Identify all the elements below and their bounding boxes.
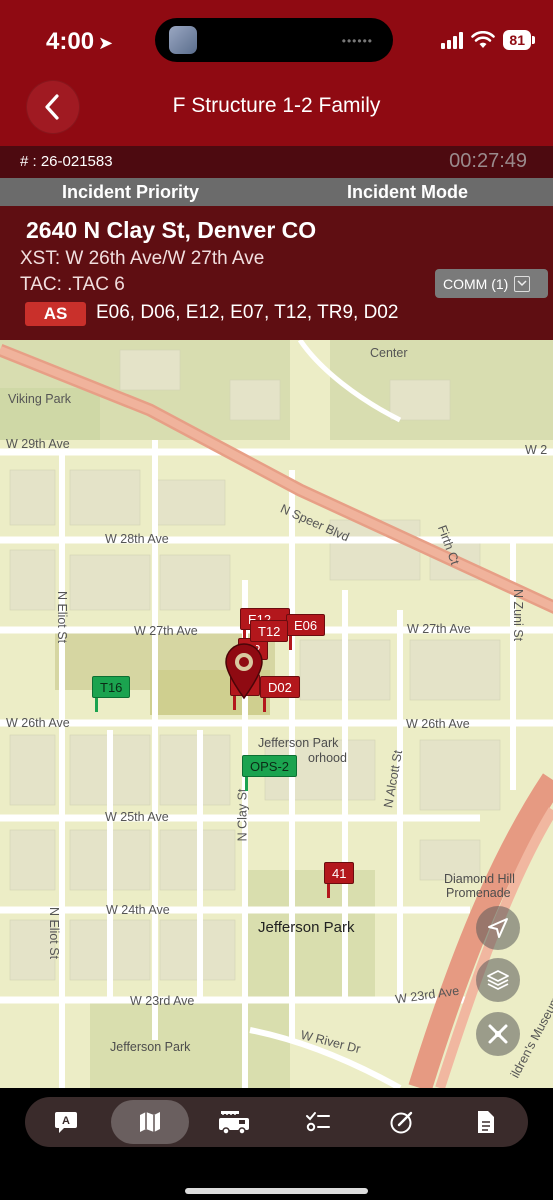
bottom-tab-bar: A	[0, 1088, 553, 1200]
checklist-icon	[306, 1112, 330, 1132]
incident-number-bar: # : 26-021583 00:27:49	[0, 146, 553, 178]
status-time: 4:00 ➤	[46, 28, 113, 56]
status-icons: 81	[441, 30, 535, 50]
tab-checklist[interactable]	[279, 1100, 357, 1144]
map-label-w29-right: W 2	[525, 443, 548, 457]
assigned-status-badge: AS	[25, 302, 86, 326]
comm-button[interactable]: COMM (1)	[435, 269, 548, 298]
map-label-eliot-st-bottom: N Eliot St	[47, 906, 62, 960]
comm-button-label: COMM (1)	[443, 275, 509, 292]
incident-map[interactable]: Viking Park Center W 29th Ave W 2 N Spee…	[0, 340, 553, 1088]
unit-marker-ops2[interactable]: OPS-2	[242, 755, 298, 791]
map-label-w24th: W 24th Ave	[106, 903, 170, 917]
map-label-center: Center	[370, 346, 408, 360]
incident-mode-button[interactable]: Incident Mode	[347, 182, 468, 203]
unit-marker-t12[interactable]: T12	[250, 620, 289, 656]
edit-circle-icon	[390, 1111, 413, 1134]
cross-streets: XST: W 26th Ave/W 27th Ave	[20, 248, 265, 269]
fire-truck-icon	[219, 1111, 249, 1135]
map-label-eliot-st-top: N Eliot St	[55, 590, 70, 644]
map-label-w27th-right: W 27th Ave	[407, 622, 471, 636]
map-label-jefferson-park: Jefferson Park	[258, 919, 355, 936]
map-layers-button[interactable]	[476, 958, 520, 1002]
tab-documents[interactable]	[447, 1100, 525, 1144]
incident-address: 2640 N Clay St, Denver CO	[26, 217, 317, 243]
layers-icon	[487, 970, 509, 990]
unit-marker-t16[interactable]: T16	[92, 676, 131, 712]
map-label-clay-st: N Clay St	[235, 788, 250, 842]
svg-text:A: A	[62, 1115, 70, 1127]
tab-edit[interactable]	[363, 1100, 441, 1144]
wifi-icon	[471, 31, 496, 48]
incident-timer: 00:27:49	[449, 150, 527, 172]
navigation-arrow-icon	[488, 918, 508, 938]
map-label-w25th: W 25th Ave	[105, 810, 169, 824]
map-label-w27th-left: W 27th Ave	[134, 624, 198, 638]
map-label-neighborhood: orhood	[308, 751, 347, 765]
cellular-signal-icon	[441, 31, 464, 49]
dynamic-island: ••••••	[155, 18, 393, 62]
assigned-units: E06, D06, E12, E07, T12, TR9, D02	[96, 302, 399, 323]
clock-text: 4:00	[46, 28, 95, 55]
tab-messages[interactable]: A	[27, 1100, 105, 1144]
map-label-w26th-right: W 26th Ave	[406, 717, 470, 731]
tab-map[interactable]	[111, 1100, 189, 1144]
unit-marker-41[interactable]: 41	[324, 862, 355, 898]
recenter-location-button[interactable]	[476, 906, 520, 950]
battery-indicator: 81	[503, 30, 535, 50]
map-label-promenade: Promenade	[446, 886, 511, 900]
live-activity-thumbnail	[169, 26, 197, 54]
location-arrow-icon: ➤	[98, 33, 114, 53]
incident-priority-button[interactable]: Incident Priority	[62, 182, 199, 203]
map-icon	[140, 1112, 160, 1132]
map-label-jefferson-park-neighborhood: Jefferson Park	[258, 736, 339, 750]
map-label-jefferson-park-bottom: Jefferson Park	[110, 1040, 191, 1054]
map-label-w23rd-left: W 23rd Ave	[130, 994, 195, 1008]
map-label-viking-park: Viking Park	[8, 392, 71, 406]
map-label-w26th-left: W 26th Ave	[6, 716, 70, 730]
page-title: F Structure 1-2 Family	[172, 94, 381, 117]
map-base-layer	[0, 340, 553, 1088]
map-tools-button[interactable]	[476, 1012, 520, 1056]
app-header: F Structure 1-2 Family	[0, 80, 553, 146]
incident-number: # : 26-021583	[20, 153, 113, 170]
tab-units[interactable]	[195, 1100, 273, 1144]
tools-icon	[488, 1024, 508, 1044]
map-label-zuni-st: N Zuni St	[511, 588, 526, 642]
incident-location-pin-icon[interactable]	[222, 642, 266, 700]
priority-mode-bar: Incident Priority Incident Mode	[0, 178, 553, 206]
incident-details-panel: 2640 N Clay St, Denver CO XST: W 26th Av…	[0, 206, 553, 340]
home-indicator	[185, 1188, 368, 1194]
chat-icon: A	[55, 1112, 77, 1133]
map-label-diamond-hill: Diamond Hill	[444, 872, 515, 886]
chevron-down-icon	[514, 275, 531, 292]
document-icon	[478, 1111, 494, 1133]
map-label-w28th: W 28th Ave	[105, 532, 169, 546]
unit-marker-e06[interactable]: E06	[286, 614, 326, 650]
island-dots: ••••••	[341, 34, 373, 48]
status-bar: 4:00 ➤ •••••• 81	[0, 0, 553, 80]
map-label-w29th: W 29th Ave	[6, 437, 70, 451]
tac-channel: TAC: .TAC 6	[20, 274, 125, 295]
